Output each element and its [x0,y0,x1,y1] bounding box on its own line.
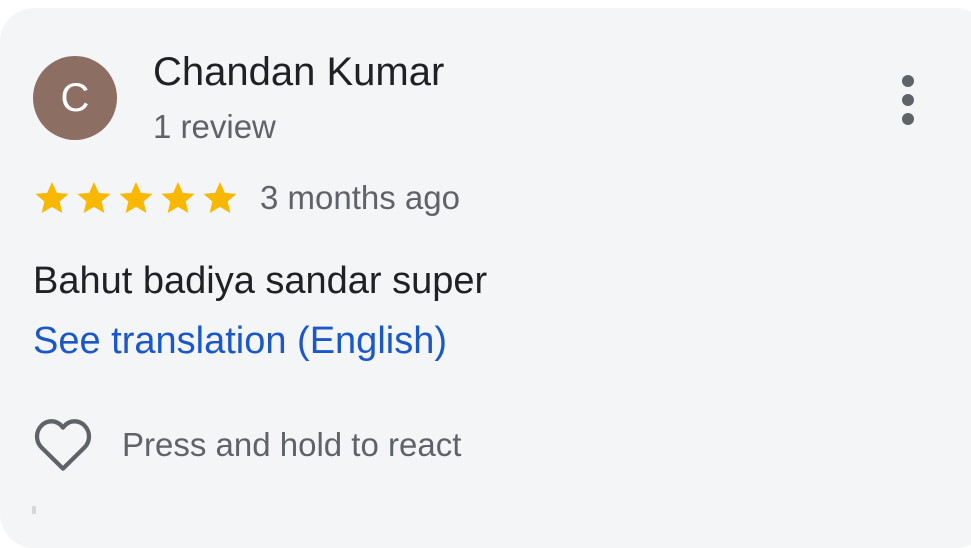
star-icon [35,182,69,213]
divider-fragment [32,506,36,514]
see-translation-link[interactable]: See translation (English) [33,320,447,363]
review-time: 3 months ago [260,179,460,216]
author-name[interactable]: Chandan Kumar [153,50,444,95]
review-text: Bahut badiya sandar super [33,260,488,302]
react-prompt: Press and hold to react [122,426,462,463]
heart-outline-icon[interactable] [30,412,96,478]
star-rating [32,178,240,218]
react-row[interactable]: Press and hold to react [30,412,461,478]
star-icon [203,182,237,213]
more-options-button[interactable] [884,68,932,132]
more-vertical-icon-dot [902,113,914,125]
author-review-count: 1 review [153,108,276,145]
avatar-initial: C [60,76,90,120]
star-icon [119,182,153,213]
more-vertical-icon [902,75,914,87]
star-icon [161,182,195,213]
more-vertical-icon-dot [902,94,914,106]
avatar[interactable]: C [33,56,117,140]
review-card: C Chandan Kumar 1 review 3 months ago Ba… [0,8,971,548]
star-icon [77,182,111,213]
